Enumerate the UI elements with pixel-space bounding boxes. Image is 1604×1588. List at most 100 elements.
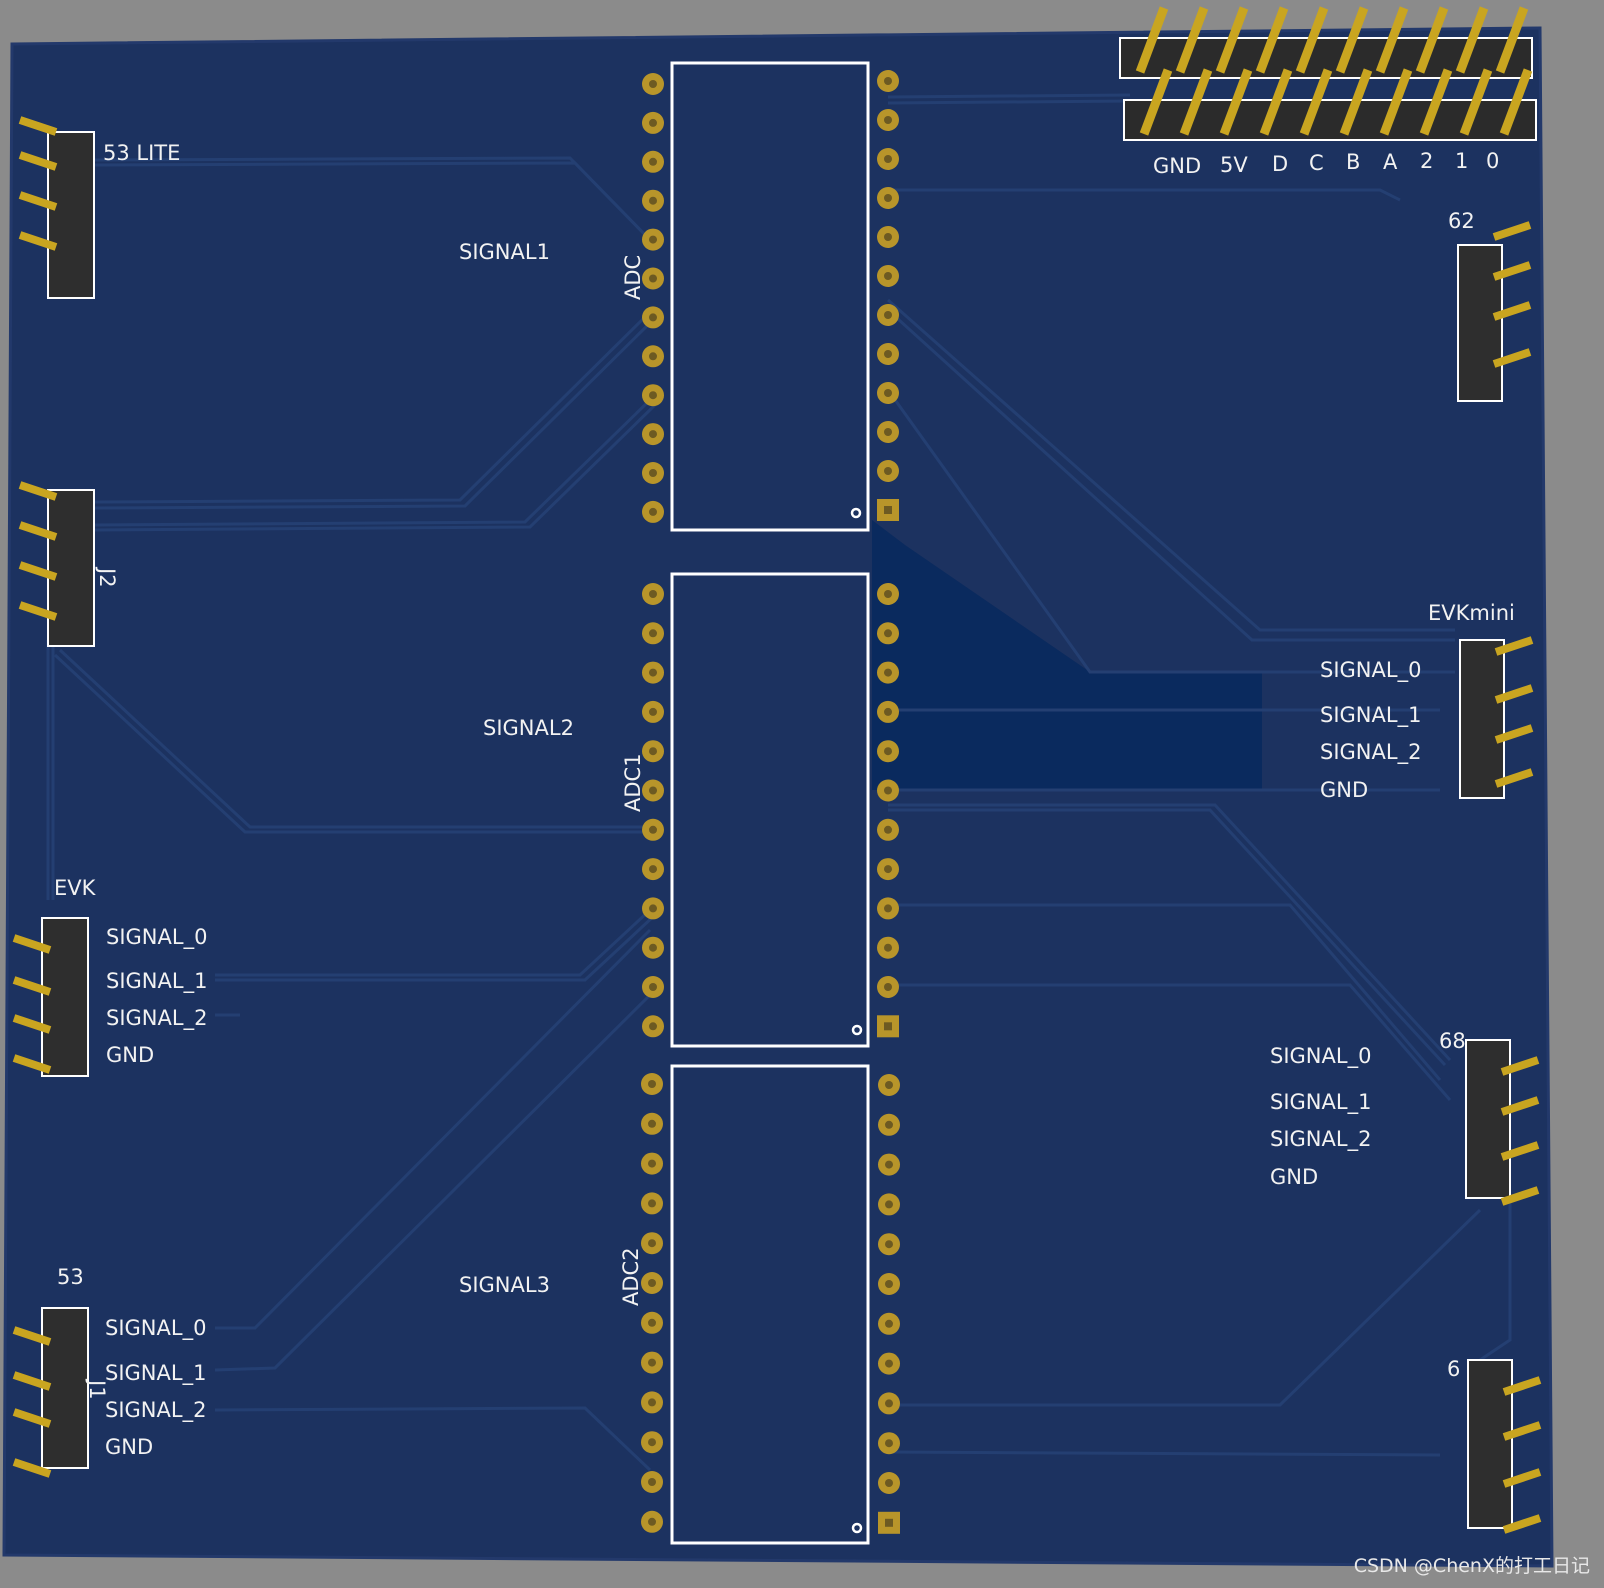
c53-pin-label: SIGNAL_2 — [105, 1398, 206, 1423]
evkmini-pin-label: SIGNAL_0 — [1320, 658, 1421, 683]
pad-hole — [648, 1318, 656, 1327]
pad-hole — [884, 389, 892, 397]
evk-pin-label: GND — [106, 1043, 154, 1067]
pad-hole — [884, 155, 892, 163]
header-pin-label: A — [1383, 150, 1398, 174]
label-evkmini: EVKmini — [1428, 601, 1515, 625]
pad-hole — [649, 430, 657, 439]
header-body — [47, 131, 95, 299]
pad-hole — [884, 467, 892, 475]
label-signal2: SIGNAL2 — [483, 716, 574, 740]
c53-pin-label: SIGNAL_1 — [105, 1361, 206, 1386]
pad-hole — [884, 194, 892, 202]
pad-hole — [649, 983, 657, 991]
pad-hole — [884, 77, 892, 85]
pad-hole — [649, 747, 657, 756]
pad-hole — [884, 233, 892, 241]
pad-hole — [884, 590, 892, 598]
evkmini-pin-label: SIGNAL_1 — [1320, 703, 1421, 728]
pad-hole — [885, 1160, 893, 1169]
pad-hole — [884, 983, 892, 991]
evk-pin-label: SIGNAL_1 — [106, 969, 207, 994]
label-adc2: ADC2 — [619, 1247, 643, 1306]
label-signal3: SIGNAL3 — [459, 1273, 550, 1297]
label-j2: J2 — [95, 566, 119, 588]
pad-hole — [649, 590, 657, 598]
pad-hole — [649, 469, 657, 477]
pad-hole — [884, 272, 892, 280]
pad-hole — [649, 707, 657, 716]
pad-hole — [884, 904, 892, 913]
pad-hole — [648, 1159, 656, 1168]
pad-hole — [648, 1517, 656, 1526]
c68-pin-label: SIGNAL_0 — [1270, 1044, 1371, 1069]
label-adc: ADC — [621, 255, 645, 300]
c68-pin-label: SIGNAL_1 — [1270, 1090, 1371, 1115]
pad-hole — [884, 1022, 892, 1031]
pad-hole — [649, 507, 657, 516]
pad-hole — [884, 350, 892, 358]
pad-hole — [649, 118, 657, 127]
pad-hole — [648, 1080, 656, 1088]
header-pin-label: GND — [1153, 154, 1201, 178]
label-53: 53 — [57, 1265, 84, 1289]
header-pin-label: B — [1346, 150, 1360, 174]
evkmini-pin-label: GND — [1320, 778, 1368, 802]
pad-hole — [884, 786, 892, 795]
label-signal1: SIGNAL1 — [459, 240, 550, 264]
pad-hole — [885, 1200, 893, 1209]
evkmini-pin-label: SIGNAL_2 — [1320, 740, 1421, 765]
pad-hole — [649, 274, 657, 283]
pad-hole — [649, 904, 657, 913]
pad-hole — [884, 707, 892, 716]
pad-hole — [649, 313, 657, 322]
pad-hole — [885, 1359, 893, 1368]
evk-pin-label: SIGNAL_2 — [106, 1006, 207, 1031]
pad-hole — [649, 352, 657, 361]
c68-pin-label: SIGNAL_2 — [1270, 1127, 1371, 1152]
pad-hole — [885, 1518, 893, 1527]
pad-hole — [649, 235, 657, 244]
label-adc1: ADC1 — [621, 753, 645, 812]
pad-hole — [884, 506, 892, 514]
pad-hole — [648, 1358, 656, 1367]
pad-hole — [884, 668, 892, 677]
pad-hole — [648, 1398, 656, 1407]
label-evk: EVK — [54, 876, 97, 900]
watermark-text: CSDN @ChenX的打工日记 — [1353, 1555, 1590, 1577]
pcb-render: 53 LITE SIGNAL1 SIGNAL2 SIGNAL3 ADC ADC1… — [2, 6, 1554, 1568]
evk-pin-label: SIGNAL_0 — [106, 925, 207, 950]
pad-hole — [649, 786, 657, 795]
c53-pin-label: GND — [105, 1435, 153, 1459]
pad-hole — [649, 629, 657, 638]
pad-hole — [648, 1279, 656, 1287]
pad-hole — [649, 668, 657, 677]
pad-hole — [649, 196, 657, 205]
pad-hole — [885, 1319, 893, 1328]
header-pin-label: 5V — [1220, 153, 1248, 177]
pad-hole — [884, 311, 892, 319]
pad-hole — [648, 1119, 656, 1128]
pad-hole — [885, 1439, 893, 1448]
header-body — [1465, 1039, 1511, 1199]
label-62: 62 — [1448, 209, 1475, 233]
pad-hole — [885, 1240, 893, 1249]
header-body — [1459, 639, 1505, 799]
pad-hole — [885, 1479, 893, 1487]
pad-hole — [649, 865, 657, 874]
header-pin-label: D — [1272, 152, 1288, 176]
header-pin-label: 1 — [1455, 149, 1468, 173]
pad-hole — [649, 825, 657, 834]
label-53-lite: 53 LITE — [103, 141, 180, 165]
pad-hole — [884, 116, 892, 124]
header-body — [41, 917, 89, 1077]
pad-hole — [884, 747, 892, 756]
pad-hole — [884, 428, 892, 436]
header-pin-label: 2 — [1420, 149, 1433, 173]
header-body — [47, 489, 95, 647]
c53-pin-label: SIGNAL_0 — [105, 1316, 206, 1341]
pad-hole — [649, 80, 657, 88]
header-body — [1457, 244, 1503, 402]
label-65: 6 — [1447, 1357, 1460, 1381]
pad-hole — [648, 1438, 656, 1447]
